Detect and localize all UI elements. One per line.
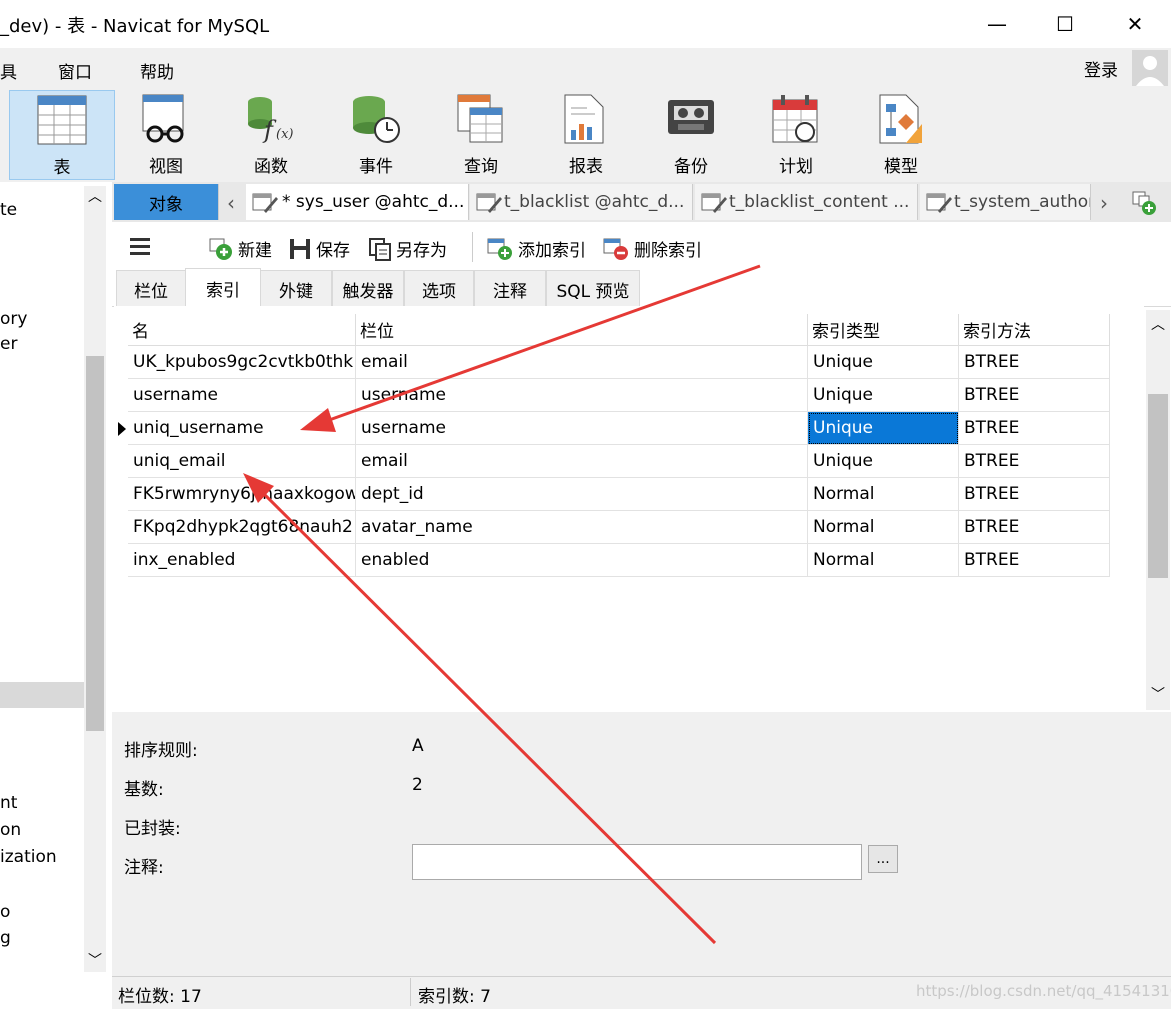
annotation-arrow	[243, 473, 717, 945]
annotation-arrows	[243, 264, 761, 945]
annotation-arrow	[300, 264, 761, 432]
